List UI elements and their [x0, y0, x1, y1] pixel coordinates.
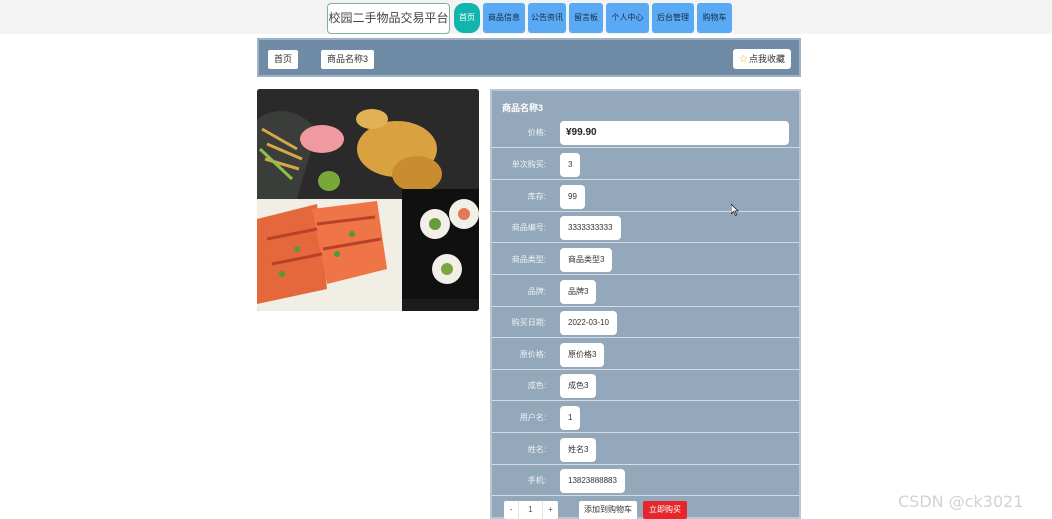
nav-home[interactable]: 首页 [454, 3, 480, 33]
field-row-product-number: 商品编号: 3333333333 [492, 212, 799, 243]
field-row-stock: 库存: 99 [492, 181, 799, 212]
quantity-plus-button[interactable]: + [543, 501, 558, 519]
field-value: 姓名3 [560, 438, 597, 462]
favorite-button[interactable]: ☆点我收藏 [733, 49, 791, 69]
field-label: 单次购买: [511, 160, 546, 169]
nav-products[interactable]: 商品信息 [483, 3, 525, 33]
nav-cart[interactable]: 购物车 [697, 3, 732, 33]
field-value: 2022-03-10 [560, 311, 617, 335]
nav-personal-center[interactable]: 个人中心 [606, 3, 649, 33]
field-label: 成色: [527, 381, 546, 390]
field-row-price: 价格: ¥99.90 [492, 117, 799, 148]
breadcrumb-current[interactable]: 商品名称3 [321, 50, 375, 69]
product-title: 商品名称3 [502, 103, 544, 113]
field-row-purchase-date: 购买日期: 2022-03-10 [492, 307, 799, 338]
field-label: 商品类型: [511, 255, 546, 264]
add-to-cart-button[interactable]: 添加到购物车 [579, 501, 637, 519]
field-label: 商品编号: [511, 223, 546, 232]
field-label: 价格: [527, 128, 546, 137]
field-row-brand: 品牌: 品牌3 [492, 276, 799, 307]
field-row-condition: 成色: 成色3 [492, 370, 799, 401]
field-value: 品牌3 [560, 280, 597, 304]
watermark: CSDN @ck3021 [898, 492, 1024, 511]
favorite-label: 点我收藏 [748, 54, 785, 64]
site-title[interactable]: 校园二手物品交易平台 [327, 3, 450, 34]
nav-admin[interactable]: 后台管理 [652, 3, 694, 33]
field-value: 13823888883 [560, 469, 625, 493]
field-row-product-type: 商品类型: 商品类型3 [492, 244, 799, 275]
star-icon: ☆ [739, 54, 748, 65]
buy-now-button[interactable]: 立即购买 [643, 501, 687, 519]
field-row-single-purchase: 单次购买: 3 [492, 149, 799, 180]
field-value-price: ¥99.90 [560, 121, 789, 145]
nav-message-board[interactable]: 留言板 [569, 3, 603, 33]
field-value: 99 [560, 185, 585, 209]
quantity-stepper: - 1 + [504, 501, 558, 519]
field-value: 成色3 [560, 374, 597, 398]
field-label: 原价格: [519, 350, 546, 359]
field-value: 1 [560, 406, 581, 430]
field-label: 用户名: [519, 413, 546, 422]
quantity-minus-button[interactable]: - [504, 501, 519, 519]
top-nav-bar: 校园二手物品交易平台 首页 商品信息 公告资讯 留言板 个人中心 后台管理 购物… [0, 0, 1052, 34]
field-value: 商品类型3 [560, 248, 613, 272]
field-row-username: 用户名: 1 [492, 402, 799, 433]
mouse-cursor-icon [731, 204, 739, 216]
field-label: 购买日期: [511, 318, 546, 327]
field-value: 原价格3 [560, 343, 605, 367]
product-image [257, 89, 479, 311]
field-row-phone: 手机: 13823888883 [492, 465, 799, 496]
field-row-name: 姓名: 姓名3 [492, 434, 799, 465]
product-detail-panel: 商品名称3 价格: ¥99.90 单次购买: 3 库存: 99 商品编号: 33… [490, 89, 801, 519]
field-label: 姓名: [527, 445, 546, 454]
food-bento-photo-icon [257, 89, 479, 311]
field-value: 3 [560, 153, 581, 177]
quantity-input[interactable]: 1 [519, 501, 543, 519]
field-label: 品牌: [527, 287, 546, 296]
field-label: 库存: [527, 192, 546, 201]
nav-announcements[interactable]: 公告资讯 [528, 3, 566, 33]
field-row-original-price: 原价格: 原价格3 [492, 339, 799, 370]
breadcrumb-home[interactable]: 首页 [268, 50, 299, 69]
field-value: 3333333333 [560, 216, 621, 240]
field-label: 手机: [527, 476, 546, 485]
breadcrumb: 首页 商品名称3 ☆点我收藏 [257, 38, 801, 77]
